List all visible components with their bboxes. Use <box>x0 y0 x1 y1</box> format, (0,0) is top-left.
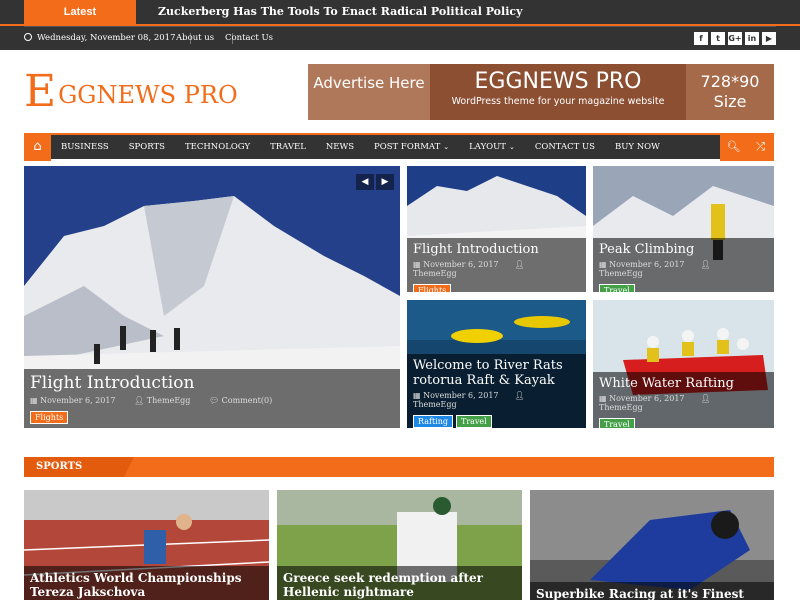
post-date: ▦ November 6, 2017 <box>599 394 685 403</box>
post-title[interactable]: Peak Climbing <box>599 242 768 257</box>
nav-item-technology[interactable]: TECHNOLOGY <box>175 135 250 159</box>
post-title[interactable]: Athletics World Championships Tereza Jak… <box>30 571 263 599</box>
post-title[interactable]: Flight Introduction <box>30 373 394 393</box>
top-bar: Wednesday, November 08, 2017 About us Co… <box>0 24 800 50</box>
search-icon[interactable]: 🔍︎ <box>720 133 747 161</box>
nav-item-buy-now[interactable]: BUY NOW <box>605 135 660 159</box>
ticker-label: Latest <box>24 0 136 24</box>
facebook-icon[interactable]: f <box>694 32 708 45</box>
post-meta: ▦ November 6, 2017 👤︎ ThemeEgg 💬︎ Commen… <box>30 396 394 405</box>
nav-item-post-format[interactable]: POST FORMAT ⌄ <box>364 135 449 159</box>
chevron-left-icon[interactable]: ◀ <box>356 174 374 190</box>
site-logo[interactable]: E GGNEWS PRO <box>24 70 238 114</box>
sports-post-athletics[interactable]: Athletics World Championships Tereza Jak… <box>24 490 269 600</box>
post-title[interactable]: Superbike Racing at it's Finest <box>536 587 768 600</box>
random-shuffle-icon[interactable]: ⤮ <box>747 133 774 161</box>
nav-item-contact-us[interactable]: CONTACT US <box>525 135 595 159</box>
ticker-headline-link[interactable]: Zuckerberg Has The Tools To Enact Radica… <box>158 0 522 24</box>
post-date: ▦ November 6, 2017 <box>30 396 116 405</box>
sports-post-superbike[interactable]: Superbike Racing at it's Finest <box>530 490 774 600</box>
post-title[interactable]: Welcome to River Rats rotorua Raft & Kay… <box>413 358 580 388</box>
contact-us-link[interactable]: Contact Us <box>225 27 273 49</box>
main-navigation: ⌂ BUSINESS SPORTS TECHNOLOGY TRAVEL NEWS POST… <box>24 133 774 161</box>
category-tag[interactable]: Flights <box>413 284 452 292</box>
category-tag[interactable]: Rafting <box>413 415 453 428</box>
about-us-link[interactable]: About us <box>176 27 214 49</box>
home-icon[interactable]: ⌂ <box>24 133 51 161</box>
linkedin-icon[interactable]: in <box>745 32 759 45</box>
sports-post-greece[interactable]: Greece seek redemption after Hellenic ni… <box>277 490 522 600</box>
nav-item-sports[interactable]: SPORTS <box>119 135 165 159</box>
category-tag[interactable]: Flights <box>30 411 69 424</box>
category-tag[interactable]: Travel <box>599 418 635 428</box>
post-date: ▦ November 6, 2017 <box>413 260 499 269</box>
category-tag[interactable]: Travel <box>599 284 635 292</box>
ad-size: 728*90 Size <box>686 64 774 120</box>
advertisement-banner[interactable]: Advertise Here EGGNEWS PRO WordPress the… <box>308 64 774 120</box>
category-tag[interactable]: Travel <box>455 415 492 428</box>
featured-post-flight[interactable]: Flight Introduction ▦ November 6, 2017 👤︎… <box>407 166 586 292</box>
featured-post-peak[interactable]: Peak Climbing ▦ November 6, 2017 👤︎ Theme… <box>593 166 774 292</box>
youtube-icon[interactable]: ▶ <box>762 32 776 45</box>
nav-item-layout[interactable]: LAYOUT ⌄ <box>459 135 515 159</box>
post-title[interactable]: Greece seek redemption after Hellenic ni… <box>283 571 516 599</box>
chevron-down-icon: ⌄ <box>443 143 450 151</box>
twitter-icon[interactable]: t <box>711 32 725 45</box>
post-title[interactable]: Flight Introduction <box>413 242 580 257</box>
post-author[interactable]: 👤︎ ThemeEgg <box>134 396 198 405</box>
nav-item-travel[interactable]: TRAVEL <box>260 135 306 159</box>
sports-section-header: SPORTS <box>24 457 774 477</box>
section-title[interactable]: SPORTS <box>24 457 134 477</box>
nav-item-business[interactable]: BUSINESS <box>51 135 109 159</box>
post-date: ▦ November 6, 2017 <box>599 260 685 269</box>
clock-icon <box>24 33 32 41</box>
latest-ticker: Latest Zuckerberg Has The Tools To Enact… <box>0 0 800 24</box>
chevron-down-icon: ⌄ <box>508 143 515 151</box>
google-plus-icon[interactable]: G+ <box>728 32 742 45</box>
ad-title: EGGNEWS PRO <box>474 69 642 94</box>
post-overlay: Flight Introduction ▦ November 6, 2017 👤… <box>24 369 400 428</box>
post-date: ▦ November 6, 2017 <box>413 391 499 400</box>
nav-item-news[interactable]: NEWS <box>316 135 354 159</box>
featured-post-river-rats[interactable]: Welcome to River Rats rotorua Raft & Kay… <box>407 300 586 428</box>
post-comments[interactable]: 💬︎ Comment(0) <box>209 396 280 405</box>
chevron-right-icon[interactable]: ▶ <box>376 174 394 190</box>
featured-post-white-water[interactable]: White Water Rafting ▦ November 6, 2017 👤︎… <box>593 300 774 428</box>
post-title[interactable]: White Water Rafting <box>599 376 768 391</box>
current-date: Wednesday, November 08, 2017 <box>24 27 176 49</box>
featured-main-post[interactable]: ◀ ▶ Flight Introduction ▦ November 6, 201… <box>24 166 400 428</box>
ad-subtitle: WordPress theme for your magazine websit… <box>451 96 665 107</box>
ad-left-text: Advertise Here <box>308 64 430 120</box>
social-links: f t G+ in ▶ <box>694 32 776 45</box>
